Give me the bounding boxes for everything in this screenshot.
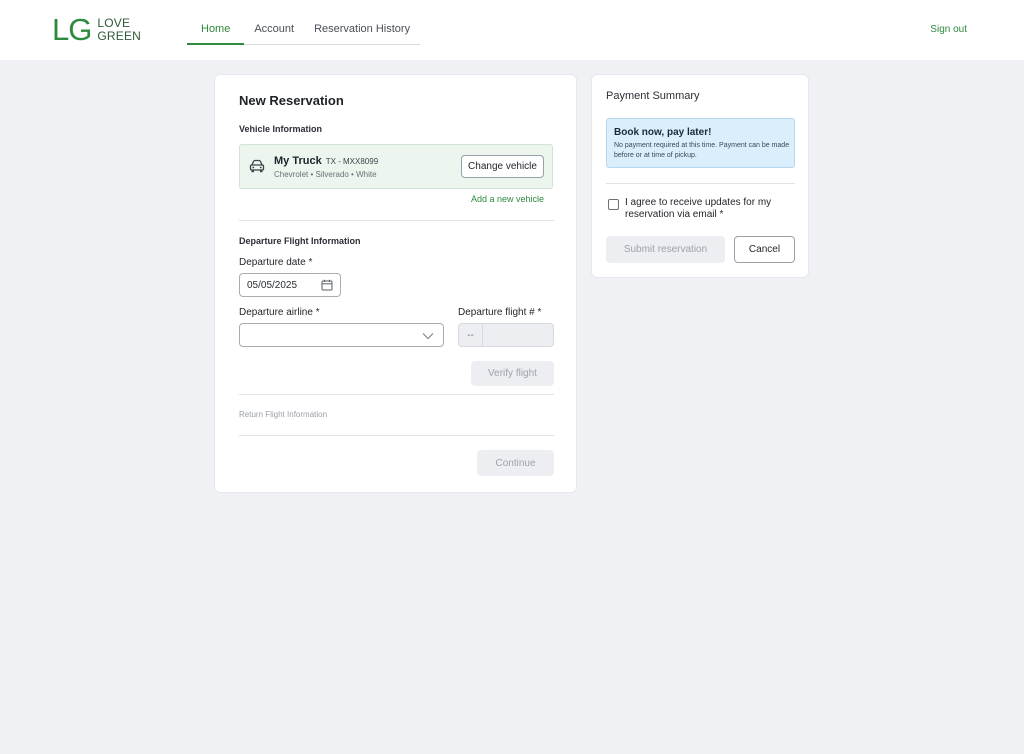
divider xyxy=(239,220,554,221)
divider xyxy=(606,183,795,184)
chevron-down-icon xyxy=(422,333,434,340)
vehicle-details: Chevrolet • Silverado • White xyxy=(274,170,377,179)
departure-date-value: 05/05/2025 xyxy=(247,279,298,291)
selected-vehicle: My Truck TX - MXX8099 Chevrolet • Silvera… xyxy=(239,144,553,189)
departure-airline-select[interactable] xyxy=(239,323,444,347)
departure-section-heading: Departure Flight Information xyxy=(239,236,361,246)
add-vehicle-link[interactable]: Add a new vehicle xyxy=(471,194,544,204)
pay-later-notice: Book now, pay later! No payment required… xyxy=(606,118,795,168)
brand-logo[interactable]: LG LOVE GREEN xyxy=(52,12,141,47)
payment-summary-title: Payment Summary xyxy=(606,90,700,102)
continue-button[interactable]: Continue xyxy=(477,450,554,476)
main-nav: Home Account Reservation History xyxy=(187,16,421,45)
change-vehicle-button[interactable]: Change vehicle xyxy=(461,155,544,178)
divider xyxy=(239,394,554,395)
vehicle-name: My Truck TX - MXX8099 xyxy=(274,155,378,167)
sign-out-link[interactable]: Sign out xyxy=(930,24,967,35)
calendar-icon[interactable] xyxy=(321,279,333,291)
logo-wordmark: LOVE GREEN xyxy=(97,17,141,43)
email-updates-checkbox[interactable] xyxy=(608,199,619,210)
logo-line-2: GREEN xyxy=(97,29,142,43)
departure-airline-label: Departure airline * xyxy=(239,307,320,318)
tab-reservation-history[interactable]: Reservation History xyxy=(304,16,420,45)
email-updates-label[interactable]: I agree to receive updates for my reserv… xyxy=(625,197,790,221)
car-icon xyxy=(249,159,265,173)
notice-title: Book now, pay later! xyxy=(614,127,712,138)
return-section-heading[interactable]: Return Flight Information xyxy=(239,410,327,419)
payment-summary-card: Payment Summary Book now, pay later! No … xyxy=(591,74,809,278)
vehicle-plate: TX - MXX8099 xyxy=(325,157,379,166)
departure-date-input[interactable]: 05/05/2025 xyxy=(239,273,341,297)
tab-account[interactable]: Account xyxy=(244,16,304,45)
vehicle-name-text: My Truck xyxy=(274,155,322,167)
tab-home[interactable]: Home xyxy=(187,16,245,45)
submit-reservation-button[interactable]: Submit reservation xyxy=(606,236,725,263)
new-reservation-card: New Reservation Vehicle Information My T… xyxy=(214,74,577,493)
departure-flight-input[interactable]: -- xyxy=(458,323,554,347)
logo-mark: LG xyxy=(52,12,92,47)
departure-flight-label: Departure flight # * xyxy=(458,307,542,318)
page-title: New Reservation xyxy=(239,93,344,108)
notice-body: No payment required at this time. Paymen… xyxy=(614,142,790,159)
divider xyxy=(239,435,554,436)
top-navigation-bar: LG LOVE GREEN Home Account Reservation H… xyxy=(0,0,1024,60)
departure-date-label: Departure date * xyxy=(239,257,313,268)
flight-prefix: -- xyxy=(459,324,483,346)
cancel-button[interactable]: Cancel xyxy=(734,236,795,263)
vehicle-section-heading: Vehicle Information xyxy=(239,124,323,134)
verify-flight-button[interactable]: Verify flight xyxy=(471,361,554,386)
